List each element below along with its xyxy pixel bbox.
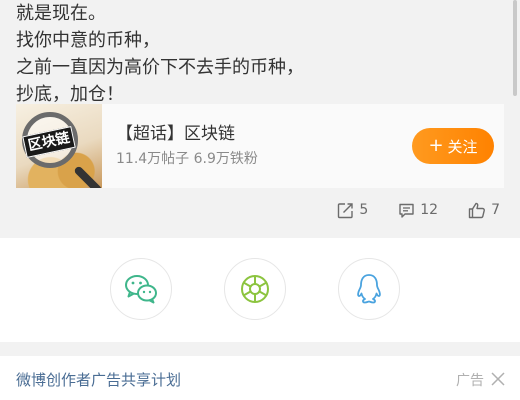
close-icon[interactable] <box>490 371 506 387</box>
repost-button[interactable]: 5 <box>337 199 368 221</box>
qq-icon <box>357 274 381 304</box>
magnifier-handle <box>73 165 102 188</box>
repost-icon <box>338 202 354 218</box>
super-topic-card[interactable]: 区块链 【超话】区块链 11.4万帖子 6.9万铁粉 + 关注 <box>16 104 504 188</box>
wechat-icon <box>125 275 157 304</box>
plus-icon: + <box>428 135 444 156</box>
like-button[interactable]: 7 <box>468 199 500 221</box>
creator-ad-program-link[interactable]: 微博创作者广告共享计划 <box>16 369 181 390</box>
action-bar: 5 12 7 <box>337 199 500 221</box>
share-wechat-button[interactable] <box>110 258 172 320</box>
comment-button[interactable]: 12 <box>398 199 438 221</box>
comment-count: 12 <box>420 202 439 218</box>
post-line: 之前一直因为高价下不去手的币种， <box>16 57 304 78</box>
repost-count: 5 <box>359 202 369 218</box>
share-moments-button[interactable] <box>224 258 286 320</box>
post-line: 找你中意的币种， <box>16 30 160 51</box>
share-qq-button[interactable] <box>338 258 400 320</box>
ad-label: 广告 <box>456 373 484 389</box>
post-line: 就是现在。 <box>16 3 106 24</box>
share-panel <box>0 238 520 342</box>
follow-label: 关注 <box>447 137 478 156</box>
topic-thumbnail: 区块链 <box>16 104 102 188</box>
footer-ad-bar: 微博创作者广告共享计划 广告 <box>0 356 520 400</box>
post-text: 就是现在。 找你中意的币种， 之前一直因为高价下不去手的币种， 抄底，加仓！ <box>16 0 496 108</box>
follow-button[interactable]: + 关注 <box>412 128 494 164</box>
moments-icon <box>241 275 269 303</box>
thumbs-up-icon <box>468 202 486 218</box>
comment-icon <box>399 203 414 218</box>
like-count: 7 <box>491 202 500 218</box>
scrollbar[interactable] <box>513 0 517 96</box>
